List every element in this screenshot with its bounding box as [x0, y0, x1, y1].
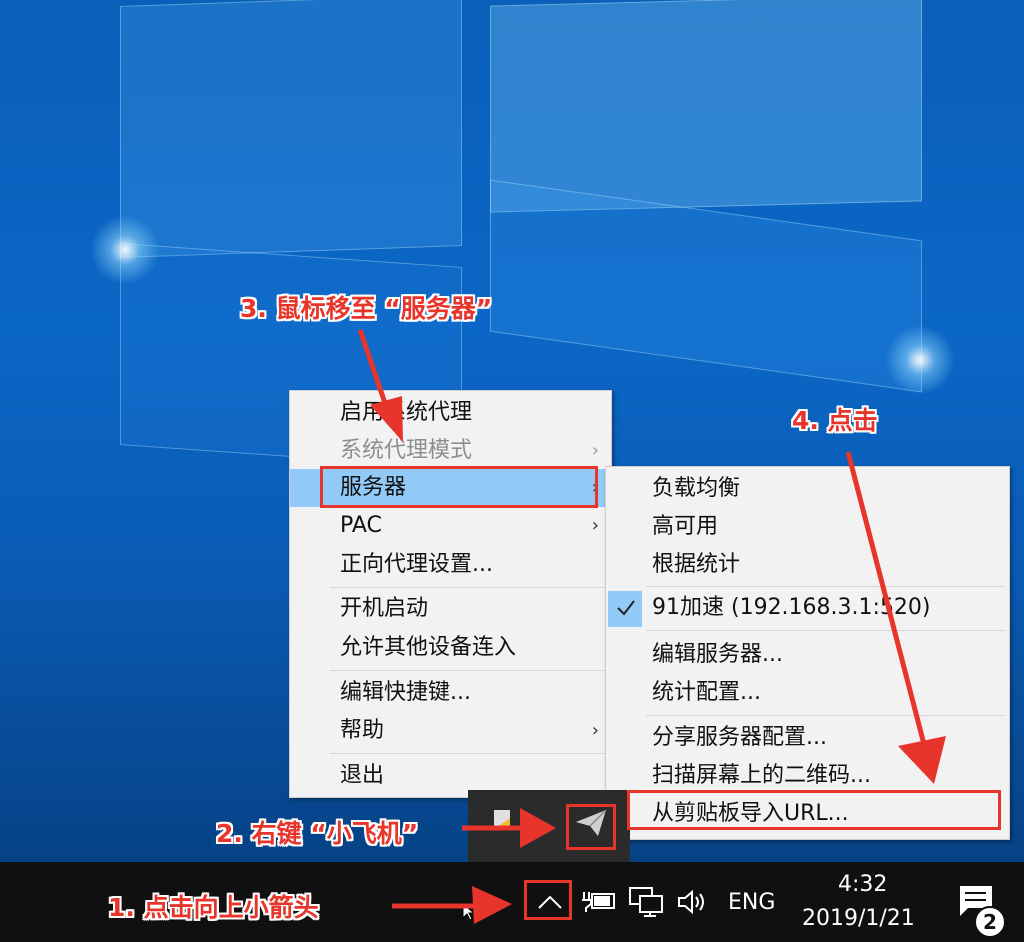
submenu-item-statistics-config[interactable]: 统计配置...: [606, 674, 1009, 712]
window-logo-pane: [120, 0, 462, 258]
menu-item-label: 扫描屏幕上的二维码...: [652, 763, 871, 788]
light-flare: [885, 325, 955, 395]
menu-item-label: 退出: [340, 763, 385, 788]
menu-item-enable-system-proxy[interactable]: 启用系统代理: [290, 394, 611, 432]
clock-time[interactable]: 4:32: [838, 872, 887, 897]
menu-item-edit-hotkeys[interactable]: 编辑快捷键...: [290, 674, 611, 712]
annotation-step4: 4. 点击: [792, 406, 878, 435]
menu-separator: [330, 587, 607, 588]
highlight-arrow-box: [524, 880, 572, 920]
menu-item-label: 编辑服务器...: [652, 642, 783, 667]
language-indicator[interactable]: ENG: [728, 890, 775, 915]
menu-item-allow-lan[interactable]: 允许其他设备连入: [290, 629, 611, 667]
menu-separator: [646, 586, 1005, 587]
clock-date[interactable]: 2019/1/21: [802, 906, 915, 931]
menu-item-label: 帮助: [340, 718, 385, 743]
window-logo-pane: [490, 179, 922, 393]
highlight-plane-box: [566, 804, 616, 850]
checkmark-icon: [617, 600, 635, 616]
menu-item-label: 编辑快捷键...: [340, 680, 471, 705]
light-flare: [90, 215, 160, 285]
menu-item-label: 允许其他设备连入: [340, 635, 517, 660]
highlight-import-url-box: [627, 790, 1001, 830]
menu-item-label: 系统代理模式: [340, 438, 473, 463]
annotation-step3: 3. 鼠标移至 “服务器”: [240, 294, 493, 323]
menu-item-help[interactable]: 帮助 ›: [290, 712, 611, 750]
servers-submenu: 负载均衡 高可用 根据统计 91加速 (192.168.3.1:520) 编辑服…: [605, 466, 1010, 840]
menu-item-label: 负载均衡: [652, 476, 741, 501]
menu-separator: [330, 753, 607, 754]
network-icon[interactable]: [628, 884, 664, 918]
menu-item-label: PAC: [340, 513, 382, 538]
menu-item-label: 分享服务器配置...: [652, 725, 827, 750]
menu-separator: [646, 630, 1005, 631]
submenu-item-edit-servers[interactable]: 编辑服务器...: [606, 636, 1009, 674]
menu-separator: [330, 670, 607, 671]
menu-item-label: 正向代理设置...: [340, 552, 493, 577]
annotation-step2: 2. 右键 “小飞机”: [216, 819, 419, 848]
submenu-item-load-balance[interactable]: 负载均衡: [606, 470, 1009, 508]
menu-item-label: 开机启动: [340, 596, 429, 621]
notification-count-badge: 2: [974, 906, 1006, 938]
tray-app-icon[interactable]: [490, 806, 516, 832]
submenu-item-by-statistics[interactable]: 根据统计: [606, 546, 1009, 584]
menu-item-forward-proxy[interactable]: 正向代理设置...: [290, 546, 611, 584]
menu-item-label: 统计配置...: [652, 680, 761, 705]
menu-item-pac[interactable]: PAC ›: [290, 507, 611, 545]
chevron-right-icon: ›: [591, 720, 599, 741]
menu-item-label: 高可用: [652, 514, 719, 539]
menu-item-proxy-mode[interactable]: 系统代理模式 ›: [290, 432, 611, 470]
submenu-item-share-config[interactable]: 分享服务器配置...: [606, 719, 1009, 757]
tray-context-menu: 启用系统代理 系统代理模式 › 服务器 › PAC › 正向代理设置... 开机启动 …: [289, 390, 612, 798]
power-icon[interactable]: [580, 886, 616, 916]
cursor-icon: [462, 902, 476, 921]
submenu-item-high-availability[interactable]: 高可用: [606, 508, 1009, 546]
annotation-step1: 1. 点击向上小箭头: [108, 893, 319, 922]
menu-item-label: 启用系统代理: [340, 400, 473, 425]
volume-icon[interactable]: [676, 888, 708, 916]
menu-item-start-on-boot[interactable]: 开机启动: [290, 590, 611, 628]
menu-item-label: 91加速 (192.168.3.1:520): [652, 595, 931, 620]
menu-separator: [646, 715, 1005, 716]
highlight-servers-box: [320, 466, 598, 508]
menu-item-label: 根据统计: [652, 552, 741, 577]
window-logo-pane: [490, 0, 922, 213]
chevron-right-icon: ›: [591, 440, 599, 461]
chevron-right-icon: ›: [591, 515, 599, 536]
submenu-item-server-91[interactable]: 91加速 (192.168.3.1:520): [606, 589, 1009, 627]
